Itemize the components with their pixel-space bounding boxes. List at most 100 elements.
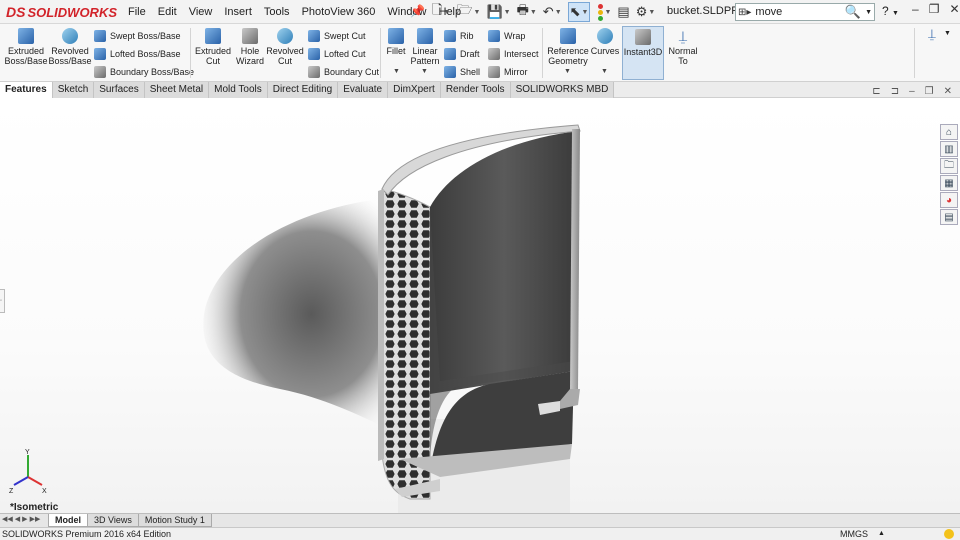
curves-dropdown-icon[interactable]: ▼	[601, 68, 608, 75]
close-icon[interactable]: ✕	[944, 86, 952, 97]
first-tab-icon[interactable]: ◀◀	[2, 515, 13, 523]
revolved-cut-icon	[277, 28, 293, 44]
tab-solidworks-mbd[interactable]: SOLIDWORKS MBD	[510, 82, 615, 98]
instant3d-button[interactable]: Instant3D	[622, 26, 664, 80]
tab-surfaces[interactable]: Surfaces	[94, 82, 145, 98]
extruded-cut-button[interactable]: Extruded Cut	[194, 28, 232, 66]
home-icon[interactable]: ⌂	[940, 124, 958, 140]
new-document-button[interactable]: 🗋 ▼	[432, 2, 450, 22]
rebuild-button[interactable]: ▼	[596, 2, 611, 22]
print-button[interactable]: 🖶 ▼	[517, 2, 537, 22]
swept-cut-label: Swept Cut	[324, 31, 366, 41]
extruded-boss-button[interactable]: Extruded Boss/Base	[4, 28, 48, 66]
tab-dimxpert[interactable]: DimXpert	[388, 82, 441, 98]
prev-tab-icon[interactable]: ◀	[15, 515, 20, 523]
pin-menu-icon[interactable]: 📌	[410, 4, 425, 18]
restore-icon[interactable]: ❐	[925, 86, 934, 97]
draft-button[interactable]: Draft	[444, 46, 480, 62]
help-button[interactable]: ? ▼	[882, 4, 899, 18]
tab-sheet-metal[interactable]: Sheet Metal	[144, 82, 210, 98]
menu-view[interactable]: View	[183, 6, 219, 18]
undo-button[interactable]: ↶ ▼	[543, 2, 562, 22]
menu-file[interactable]: File	[122, 6, 152, 18]
revolved-cut-label: Revolved Cut	[266, 46, 304, 66]
tab-mold-tools[interactable]: Mold Tools	[209, 82, 268, 98]
search-icon[interactable]: 🔍	[845, 4, 865, 20]
tab-sketch[interactable]: Sketch	[52, 82, 95, 98]
chevron-down-icon[interactable]: ▼	[944, 30, 951, 37]
reference-geometry-button[interactable]: Reference Geometry	[546, 28, 590, 66]
view-orientation-label: *Isometric	[10, 502, 59, 513]
linear-pattern-button[interactable]: Linear Pattern	[410, 28, 440, 66]
design-library-icon[interactable]: ▥	[940, 141, 958, 157]
feature-tree-toggle[interactable]: ◦	[0, 289, 5, 313]
revolved-boss-button[interactable]: Revolved Boss/Base	[48, 28, 92, 66]
tile-right-icon[interactable]: ⊐	[891, 86, 899, 97]
wrap-button[interactable]: Wrap	[488, 28, 525, 44]
boundary-cut-button[interactable]: Boundary Cut	[308, 64, 379, 80]
custom-properties-icon[interactable]: ▤	[940, 209, 958, 225]
hole-wizard-button[interactable]: Hole Wizard	[234, 28, 266, 66]
tab-direct-editing[interactable]: Direct Editing	[267, 82, 339, 98]
tile-left-icon[interactable]: ⊏	[872, 86, 880, 97]
menu-edit[interactable]: Edit	[152, 6, 183, 18]
curves-button[interactable]: Curves	[590, 28, 620, 56]
revolved-boss-label: Revolved Boss/Base	[48, 46, 92, 66]
file-properties-icon: ▤	[617, 4, 630, 19]
boundary-boss-button[interactable]: Boundary Boss/Base	[94, 64, 194, 80]
minimize-icon[interactable]: –	[912, 2, 919, 16]
options-button[interactable]: ⚙ ▼	[636, 2, 656, 22]
bucket-model[interactable]	[0, 99, 960, 513]
swept-boss-button[interactable]: Swept Boss/Base	[94, 28, 181, 44]
appearances-icon[interactable]: ◕	[940, 192, 958, 208]
undo-icon: ↶	[542, 4, 554, 19]
select-button[interactable]: ⬉ ▼	[567, 2, 591, 22]
search-box[interactable]: ⊞▸ move 🔍 ▼	[735, 3, 875, 21]
graphics-area[interactable]: ◦ ⌂ ▥ 🗀 ▦ ◕ ▤ Y X Z *Isometric	[0, 99, 960, 513]
restore-icon[interactable]: ❐	[929, 2, 940, 16]
open-button[interactable]: 🗁 ▼	[456, 2, 480, 22]
unit-system[interactable]: MMGS	[840, 528, 868, 540]
linear-pattern-dropdown-icon[interactable]: ▼	[421, 68, 428, 75]
tab-features[interactable]: Features	[0, 82, 53, 98]
revolved-cut-button[interactable]: Revolved Cut	[266, 28, 304, 66]
search-commands-icon[interactable]: ⊞▸	[736, 7, 753, 18]
rebuild-status-icon[interactable]	[944, 529, 954, 539]
minimize-icon[interactable]: –	[909, 86, 915, 97]
rib-button[interactable]: Rib	[444, 28, 474, 44]
next-tab-icon[interactable]: ▶	[22, 515, 27, 523]
tab-motion-study-1[interactable]: Motion Study 1	[137, 514, 212, 527]
tab-model[interactable]: Model	[48, 514, 88, 527]
file-properties-button[interactable]: ▤	[617, 2, 629, 22]
shell-icon	[444, 66, 456, 78]
menu-insert[interactable]: Insert	[218, 6, 258, 18]
close-icon[interactable]: ✕	[949, 2, 959, 16]
search-input[interactable]: move	[753, 6, 844, 18]
chevron-down-icon[interactable]: ▼	[865, 9, 874, 16]
divider	[542, 28, 543, 78]
command-tabs: Features Sketch Surfaces Sheet Metal Mol…	[0, 82, 960, 98]
lofted-boss-button[interactable]: Lofted Boss/Base	[94, 46, 181, 62]
solidworks-logo[interactable]: DS SOLIDWORKS	[6, 2, 117, 22]
tab-render-tools[interactable]: Render Tools	[440, 82, 511, 98]
chevron-up-icon[interactable]: ▲	[878, 528, 885, 540]
fillet-dropdown-icon[interactable]: ▼	[393, 68, 400, 75]
normal-to-button[interactable]: ⍊ Normal To	[666, 28, 700, 66]
lofted-cut-button[interactable]: Lofted Cut	[308, 46, 366, 62]
menu-photoview[interactable]: PhotoView 360	[296, 6, 382, 18]
file-explorer-icon[interactable]: 🗀	[940, 158, 958, 174]
view-palette-icon[interactable]: ▦	[940, 175, 958, 191]
menu-tools[interactable]: Tools	[258, 6, 296, 18]
swept-cut-button[interactable]: Swept Cut	[308, 28, 366, 44]
fillet-button[interactable]: Fillet	[384, 28, 408, 56]
tab-3d-views[interactable]: 3D Views	[87, 514, 139, 527]
intersect-button[interactable]: Intersect	[488, 46, 539, 62]
save-button[interactable]: 💾 ▼	[486, 2, 510, 22]
last-tab-icon[interactable]: ▶▶	[30, 515, 41, 523]
shell-button[interactable]: Shell	[444, 64, 480, 80]
linear-pattern-label: Linear Pattern	[410, 46, 440, 66]
tab-evaluate[interactable]: Evaluate	[338, 82, 389, 98]
reference-geometry-dropdown-icon[interactable]: ▼	[564, 68, 571, 75]
pin-icon[interactable]: ⍊	[928, 26, 936, 42]
mirror-button[interactable]: Mirror	[488, 64, 528, 80]
